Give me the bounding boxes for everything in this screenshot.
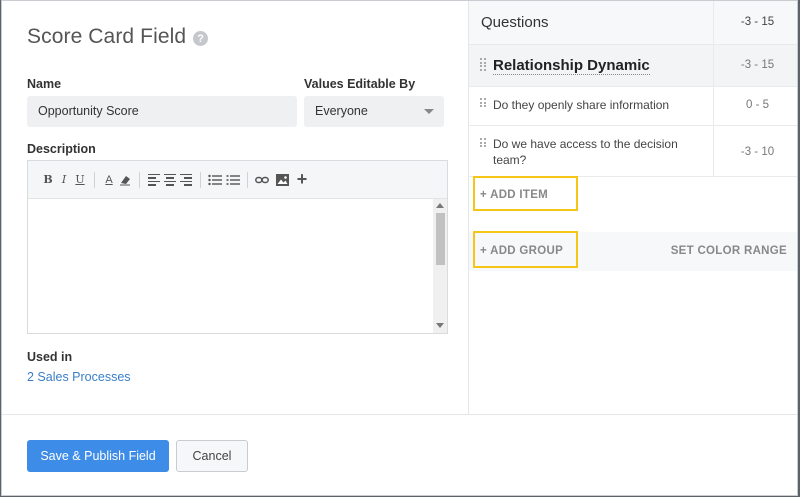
align-right-icon[interactable]: [180, 173, 192, 186]
bulleted-list-icon[interactable]: [207, 172, 223, 188]
cancel-button[interactable]: Cancel: [176, 440, 248, 472]
bold-icon[interactable]: B: [40, 172, 56, 188]
toolbar-separator: [139, 171, 140, 188]
questions-header: Questions -3 - 15: [469, 1, 797, 44]
question-text[interactable]: Do we have access to the decision team?: [493, 136, 698, 168]
toolbar-separator: [200, 171, 201, 188]
question-item-row[interactable]: Do we have access to the decision team? …: [469, 125, 797, 177]
add-group-highlight: [473, 231, 578, 268]
align-left-icon[interactable]: [148, 173, 160, 186]
sales-processes-link[interactable]: 2 Sales Processes: [27, 370, 131, 384]
editor-scrollbar[interactable]: [433, 199, 447, 333]
help-icon[interactable]: ?: [193, 31, 209, 46]
scroll-thumb[interactable]: [436, 213, 445, 265]
description-label: Description: [27, 142, 96, 156]
footer-divider: [2, 414, 797, 415]
numbered-list-icon[interactable]: [225, 172, 241, 188]
plus-icon[interactable]: +: [294, 169, 310, 189]
question-item-row[interactable]: Do they openly share information 0 - 5: [469, 86, 797, 125]
italic-icon[interactable]: I: [56, 172, 72, 188]
used-in-label: Used in: [27, 350, 73, 364]
select-value: Everyone: [315, 104, 368, 118]
field-settings-pane: Score Card Field ? Name Opportunity Scor…: [2, 1, 468, 414]
chevron-down-icon: [424, 109, 434, 114]
dialog-title: Score Card Field: [27, 25, 187, 48]
align-center-icon[interactable]: [164, 173, 176, 186]
add-item-highlight: [473, 176, 578, 211]
group-name[interactable]: Relationship Dynamic: [493, 57, 650, 75]
title-row: Score Card Field ?: [27, 25, 209, 49]
question-range: -3 - 10: [740, 146, 775, 158]
toolbar-separator: [94, 171, 95, 188]
drag-handle-icon[interactable]: [480, 98, 486, 107]
scroll-up-icon[interactable]: [436, 203, 444, 208]
values-editable-by-select[interactable]: Everyone: [304, 96, 444, 127]
description-editor[interactable]: B I U A +: [27, 160, 448, 334]
name-label: Name: [27, 77, 62, 91]
header-range: -3 - 15: [740, 16, 775, 28]
question-range: 0 - 5: [745, 99, 769, 111]
column-divider: [713, 1, 714, 177]
scroll-down-icon[interactable]: [436, 323, 444, 328]
question-text[interactable]: Do they openly share information: [493, 97, 698, 113]
image-icon[interactable]: [274, 172, 290, 188]
group-range: -3 - 15: [740, 59, 775, 71]
eraser-icon[interactable]: [117, 172, 133, 188]
questions-pane: Questions -3 - 15 Relationship Dynamic -…: [468, 1, 797, 414]
drag-handle-icon[interactable]: [480, 138, 486, 147]
set-color-range-button[interactable]: SET COLOR RANGE: [671, 245, 787, 257]
name-input[interactable]: Opportunity Score: [27, 96, 297, 127]
font-color-icon[interactable]: A: [101, 172, 117, 188]
editor-toolbar: B I U A +: [28, 161, 447, 199]
score-card-dialog: Score Card Field ? Name Opportunity Scor…: [1, 0, 798, 496]
questions-title: Questions: [481, 14, 549, 31]
drag-handle-icon[interactable]: [480, 58, 486, 71]
link-icon[interactable]: [254, 172, 270, 188]
values-editable-by-label: Values Editable By: [304, 77, 416, 91]
question-group-row[interactable]: Relationship Dynamic -3 - 15: [469, 44, 797, 86]
underline-icon[interactable]: U: [72, 172, 88, 188]
toolbar-separator: [247, 171, 248, 188]
save-publish-button[interactable]: Save & Publish Field: [27, 440, 169, 472]
